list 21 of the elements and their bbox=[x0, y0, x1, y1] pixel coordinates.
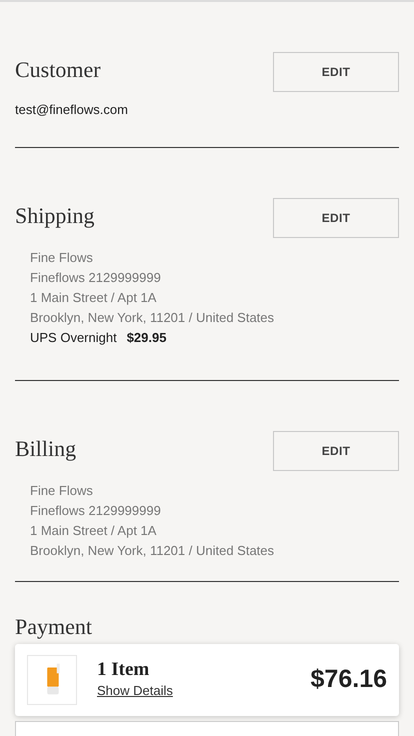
address-line: Fine Flows bbox=[30, 249, 94, 267]
email-text: test@fineflows.com bbox=[15, 101, 129, 119]
show-details-link[interactable]: Show Details bbox=[97, 681, 173, 701]
edit-button[interactable]: EDIT bbox=[273, 198, 399, 238]
address-line: Fineflows 2129999999 bbox=[30, 502, 162, 520]
address-line: Fine Flows bbox=[30, 482, 94, 500]
address-line: 1 Main Street / Apt 1A bbox=[30, 289, 158, 307]
section-heading: Billing bbox=[15, 435, 76, 463]
item-count: 1 Item bbox=[97, 659, 150, 682]
address-line: Fineflows 2129999999 bbox=[30, 269, 162, 287]
shipping-method: UPS Overnight bbox=[30, 329, 117, 347]
address-line: Brooklyn, New York, 11201 / United States bbox=[30, 542, 276, 560]
shipping-price: $29.95 bbox=[126, 329, 166, 347]
section-heading: Payment bbox=[15, 613, 93, 641]
edit-button[interactable]: EDIT bbox=[273, 52, 399, 92]
section-heading: Customer bbox=[15, 56, 101, 84]
order-total: $76.16 bbox=[310, 664, 387, 696]
address-line: 1 Main Street / Apt 1A bbox=[30, 522, 158, 540]
address-line: Brooklyn, New York, 11201 / United States bbox=[30, 309, 276, 327]
section-heading: Shipping bbox=[15, 202, 94, 230]
edit-button[interactable]: EDIT bbox=[273, 431, 399, 471]
